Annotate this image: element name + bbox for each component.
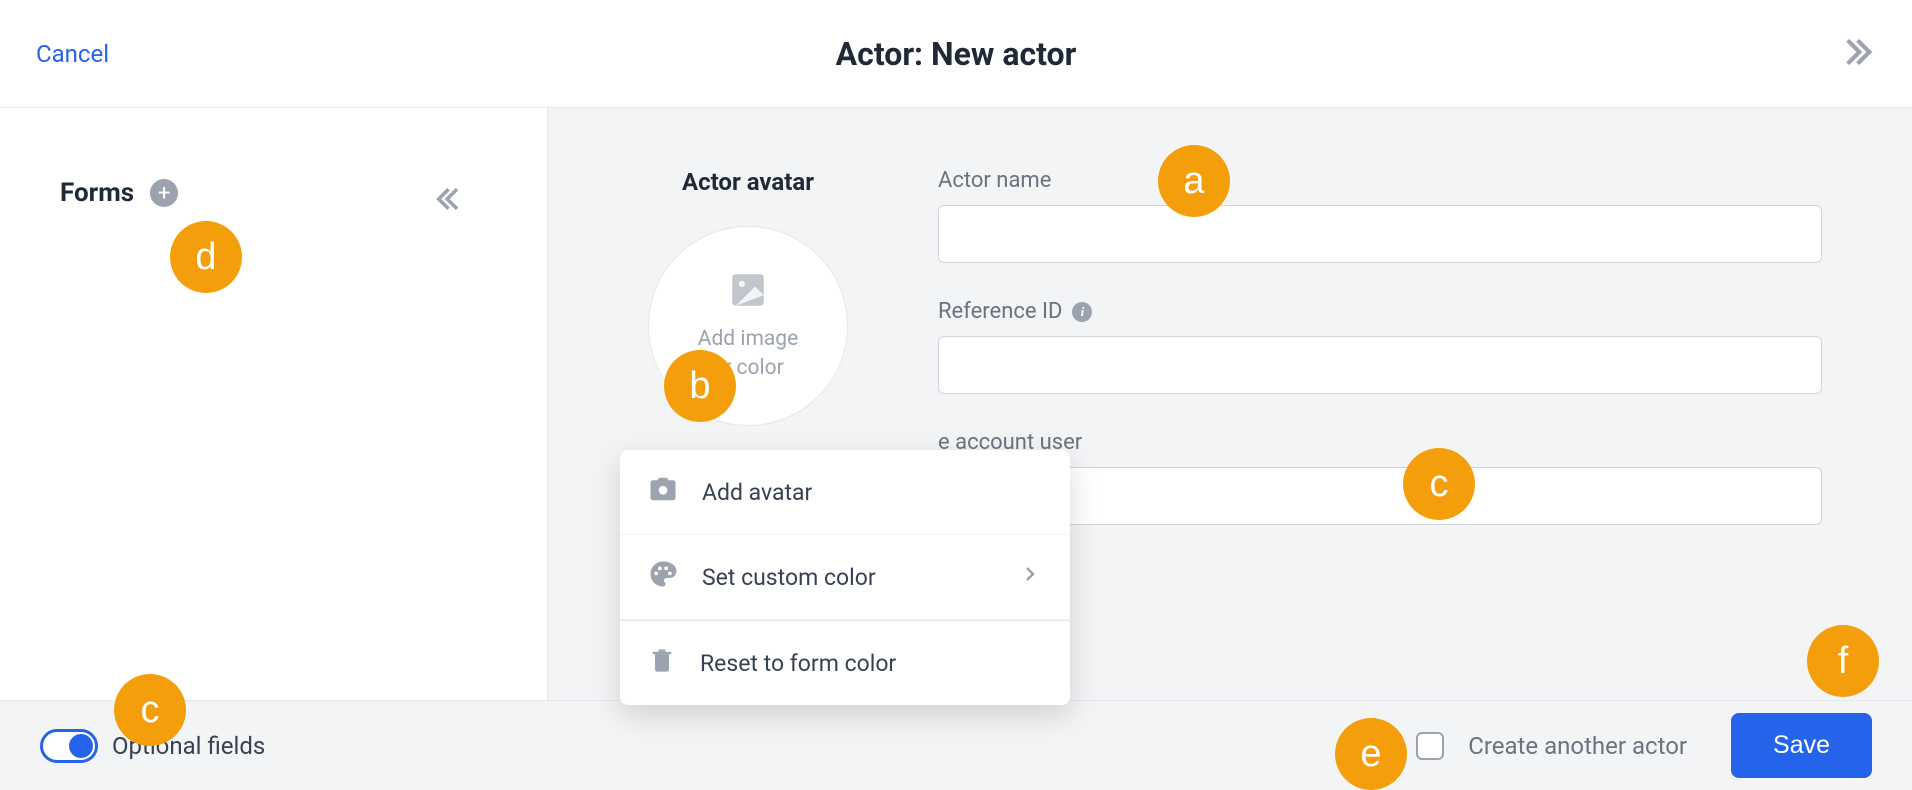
sidebar-title: Forms [60, 178, 134, 208]
toggle-knob [69, 734, 93, 758]
info-icon[interactable]: i [1072, 302, 1092, 322]
sidebar: Forms + [0, 108, 548, 700]
chevron-right-icon [1018, 562, 1042, 592]
cancel-link[interactable]: Cancel [36, 40, 109, 68]
actor-name-label: Actor name [938, 168, 1822, 193]
palette-icon [648, 559, 678, 595]
reference-id-label: Reference ID i [938, 299, 1822, 324]
header-bar: Cancel Actor: New actor [0, 0, 1912, 108]
annotation-b: b [664, 350, 736, 422]
account-user-field-group: e account user [938, 430, 1822, 525]
menu-item-add-avatar-label: Add avatar [702, 479, 812, 506]
avatar-placeholder-line1: Add image [698, 327, 798, 351]
annotation-c-duplicate: c [114, 674, 186, 746]
annotation-c: c [1403, 448, 1475, 520]
annotation-d: d [170, 221, 242, 293]
actor-name-input[interactable] [938, 205, 1822, 263]
annotation-e: e [1335, 718, 1407, 790]
reference-id-field-group: Reference ID i [938, 299, 1822, 394]
collapse-sidebar-icon[interactable] [433, 182, 467, 220]
expand-chevrons-icon[interactable] [1836, 32, 1876, 76]
optional-fields-toggle[interactable] [40, 729, 98, 763]
avatar-options-menu: Add avatar Set custom color Reset to for… [620, 450, 1070, 705]
page-title: Actor: New actor [836, 35, 1077, 73]
menu-item-reset-color-label: Reset to form color [700, 650, 896, 677]
account-user-input[interactable] [938, 467, 1822, 525]
camera-icon [648, 474, 678, 510]
menu-item-add-avatar[interactable]: Add avatar [620, 450, 1070, 535]
actor-name-field-group: Actor name [938, 168, 1822, 263]
trash-icon [648, 646, 676, 680]
menu-item-set-color-label: Set custom color [702, 564, 876, 591]
add-form-icon[interactable]: + [150, 179, 178, 207]
annotation-f: f [1807, 625, 1879, 697]
avatar-section-label: Actor avatar [682, 168, 814, 196]
create-another-checkbox[interactable] [1416, 732, 1444, 760]
footer-bar: Optional fields Create another actor Sav… [0, 700, 1912, 790]
reference-id-input[interactable] [938, 336, 1822, 394]
menu-item-reset-color[interactable]: Reset to form color [620, 620, 1070, 705]
create-another-label: Create another actor [1468, 732, 1687, 760]
annotation-a: a [1158, 145, 1230, 217]
save-button[interactable]: Save [1731, 713, 1872, 778]
image-placeholder-icon [727, 269, 769, 311]
account-user-label: e account user [938, 430, 1822, 455]
menu-item-set-color[interactable]: Set custom color [620, 535, 1070, 620]
